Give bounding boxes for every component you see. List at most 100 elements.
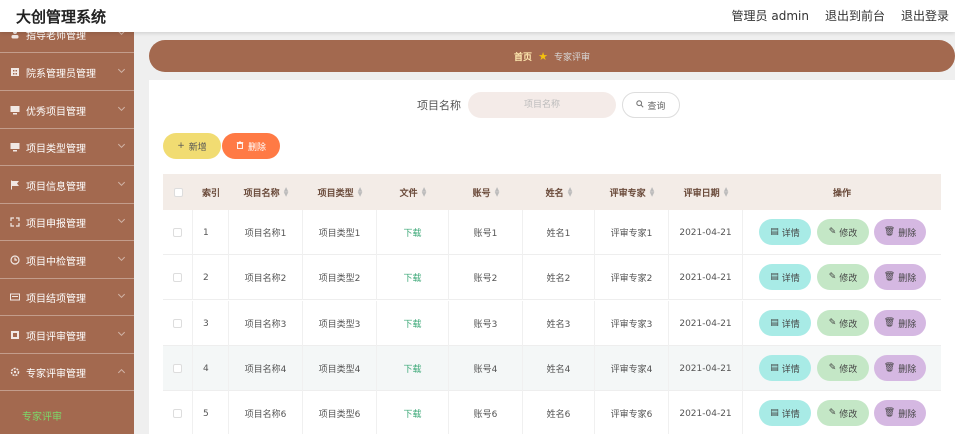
table-row: 4 项目名称4 项目类型4 下载 账号4 姓名4 评审专家4 2021-04-2…: [163, 346, 941, 391]
download-link[interactable]: 下载: [377, 346, 449, 391]
cell-index: 4: [193, 346, 229, 391]
delete-button-label: 删除: [247, 142, 266, 153]
edit-button[interactable]: ✎ 修改: [817, 310, 869, 336]
pencil-icon: ✎: [828, 318, 837, 328]
add-button[interactable]: + 新增: [163, 133, 221, 159]
header-index: 索引: [201, 188, 220, 199]
cell-realname: 姓名4: [523, 346, 595, 391]
edit-button[interactable]: ✎ 修改: [817, 219, 869, 245]
delete-button[interactable]: 🗑 删除: [874, 355, 926, 381]
cell-date: 2021-04-21: [669, 346, 743, 391]
row-checkbox[interactable]: [173, 319, 182, 328]
sidebar-item-expert-review[interactable]: 专家评审管理: [0, 354, 134, 391]
cell-account: 账号3: [449, 301, 523, 346]
header-realname[interactable]: 姓名 ▲ ▼: [523, 174, 595, 210]
breadcrumb-current: 专家评审: [553, 52, 590, 63]
header-date[interactable]: 评审日期 ▲ ▼: [669, 174, 743, 210]
sidebar-item-label: 项目类型管理: [26, 143, 86, 155]
download-link[interactable]: 下载: [377, 255, 449, 300]
sidebar-item-project-conclude[interactable]: 项目结项管理: [0, 279, 134, 316]
sidebar-item-label: 优秀项目管理: [26, 106, 86, 118]
pencil-icon: ✎: [828, 363, 837, 373]
search-label: 项目名称: [417, 99, 461, 112]
trash-icon: 🗑: [883, 227, 896, 237]
sort-icon: ▲ ▼: [421, 186, 427, 198]
main-panel: 项目名称 查询 + 新增 删除 索引 项目名称▲▼ 项目类型▲▼ 文件▲▼ 账号…: [149, 80, 955, 434]
delete-button[interactable]: 🗑 删除: [874, 400, 926, 426]
front-link[interactable]: 退出到前台: [825, 7, 885, 24]
cell-expert: 评审专家2: [595, 255, 669, 300]
sidebar-item-project-type[interactable]: 项目类型管理: [0, 129, 134, 166]
download-link[interactable]: 下载: [377, 301, 449, 346]
edit-button[interactable]: ✎ 修改: [817, 400, 869, 426]
row-checkbox[interactable]: [173, 409, 182, 418]
cell-realname: 姓名6: [523, 391, 595, 434]
header-type[interactable]: 项目类型 ▲ ▼: [303, 174, 377, 210]
table-row: 3 项目名称3 项目类型3 下载 账号3 姓名3 评审专家3 2021-04-2…: [163, 301, 941, 346]
star-icon: ★: [538, 49, 548, 63]
query-button[interactable]: 查询: [622, 92, 680, 118]
row-checkbox[interactable]: [173, 364, 182, 373]
sort-icon: ▲ ▼: [567, 186, 573, 198]
sort-icon: ▲ ▼: [283, 186, 289, 198]
sidebar-item-label: 项目中检管理: [26, 256, 86, 268]
detail-button[interactable]: ▤ 详情: [759, 310, 811, 336]
trash-icon: 🗑: [883, 318, 896, 328]
sidebar-item-excellent-projects[interactable]: 优秀项目管理: [0, 92, 134, 129]
row-checkbox[interactable]: [173, 273, 182, 282]
sidebar-subitem-expert-review[interactable]: 专家评审: [0, 396, 134, 434]
cell-name: 项目名称6: [229, 391, 303, 434]
search-input[interactable]: [468, 92, 616, 118]
cell-account: 账号2: [449, 255, 523, 300]
detail-button[interactable]: ▤ 详情: [759, 355, 811, 381]
sidebar-item-label: 项目申报管理: [26, 218, 86, 230]
detail-button[interactable]: ▤ 详情: [759, 400, 811, 426]
download-link[interactable]: 下载: [377, 210, 449, 255]
select-all-checkbox[interactable]: [173, 187, 183, 197]
sidebar-item-teacher[interactable]: 指导老师管理: [0, 32, 134, 53]
gear-icon: [10, 367, 20, 377]
monitor-icon: [10, 142, 20, 152]
delete-button[interactable]: 🗑 删除: [874, 219, 926, 245]
user-icon: [10, 32, 20, 39]
trash-icon: 🗑: [883, 408, 896, 418]
sidebar: 指导老师管理 院系管理员管理 优秀项目管理 项目类型管理 项目信息管理 项目申报…: [0, 32, 134, 434]
app-title: 大创管理系统: [16, 8, 107, 26]
top-nav: 管理员 admin 退出到前台 退出登录: [732, 7, 949, 24]
edit-button[interactable]: ✎ 修改: [817, 355, 869, 381]
sidebar-item-project-midcheck[interactable]: 项目中检管理: [0, 242, 134, 279]
chevron-down-icon: [117, 290, 126, 299]
user-label[interactable]: 管理员 admin: [732, 7, 809, 24]
sidebar-item-project-apply[interactable]: 项目申报管理: [0, 204, 134, 241]
detail-button[interactable]: ▤ 详情: [759, 219, 811, 245]
header-expert[interactable]: 评审专家 ▲ ▼: [595, 174, 669, 210]
cell-index: 2: [193, 255, 229, 300]
chevron-down-icon: [117, 328, 126, 337]
batch-delete-button[interactable]: 删除: [222, 133, 280, 159]
delete-button[interactable]: 🗑 删除: [874, 264, 926, 290]
cell-type: 项目类型1: [303, 210, 377, 255]
sidebar-item-label: 院系管理员管理: [26, 68, 96, 80]
header-account[interactable]: 账号 ▲ ▼: [449, 174, 523, 210]
cell-type: 项目类型4: [303, 346, 377, 391]
edit-button[interactable]: ✎ 修改: [817, 264, 869, 290]
breadcrumb-home[interactable]: 首页: [514, 50, 532, 63]
sidebar-item-project-review[interactable]: 项目评审管理: [0, 317, 134, 354]
cell-date: 2021-04-21: [669, 391, 743, 434]
download-link[interactable]: 下载: [377, 391, 449, 434]
detail-button[interactable]: ▤ 详情: [759, 264, 811, 290]
cell-index: 3: [193, 301, 229, 346]
row-checkbox[interactable]: [173, 228, 182, 237]
chevron-down-icon: [117, 215, 126, 224]
expand-icon: [10, 217, 20, 227]
sort-icon: ▲ ▼: [649, 186, 655, 198]
sidebar-item-project-info[interactable]: 项目信息管理: [0, 167, 134, 204]
document-icon: ▤: [770, 227, 779, 237]
sidebar-item-dept-admin[interactable]: 院系管理员管理: [0, 54, 134, 91]
delete-button[interactable]: 🗑 删除: [874, 310, 926, 336]
add-button-label: 新增: [188, 142, 207, 153]
header-name[interactable]: 项目名称 ▲ ▼: [229, 174, 303, 210]
cell-name: 项目名称1: [229, 210, 303, 255]
header-file[interactable]: 文件 ▲ ▼: [377, 174, 449, 210]
logout-link[interactable]: 退出登录: [901, 7, 949, 24]
